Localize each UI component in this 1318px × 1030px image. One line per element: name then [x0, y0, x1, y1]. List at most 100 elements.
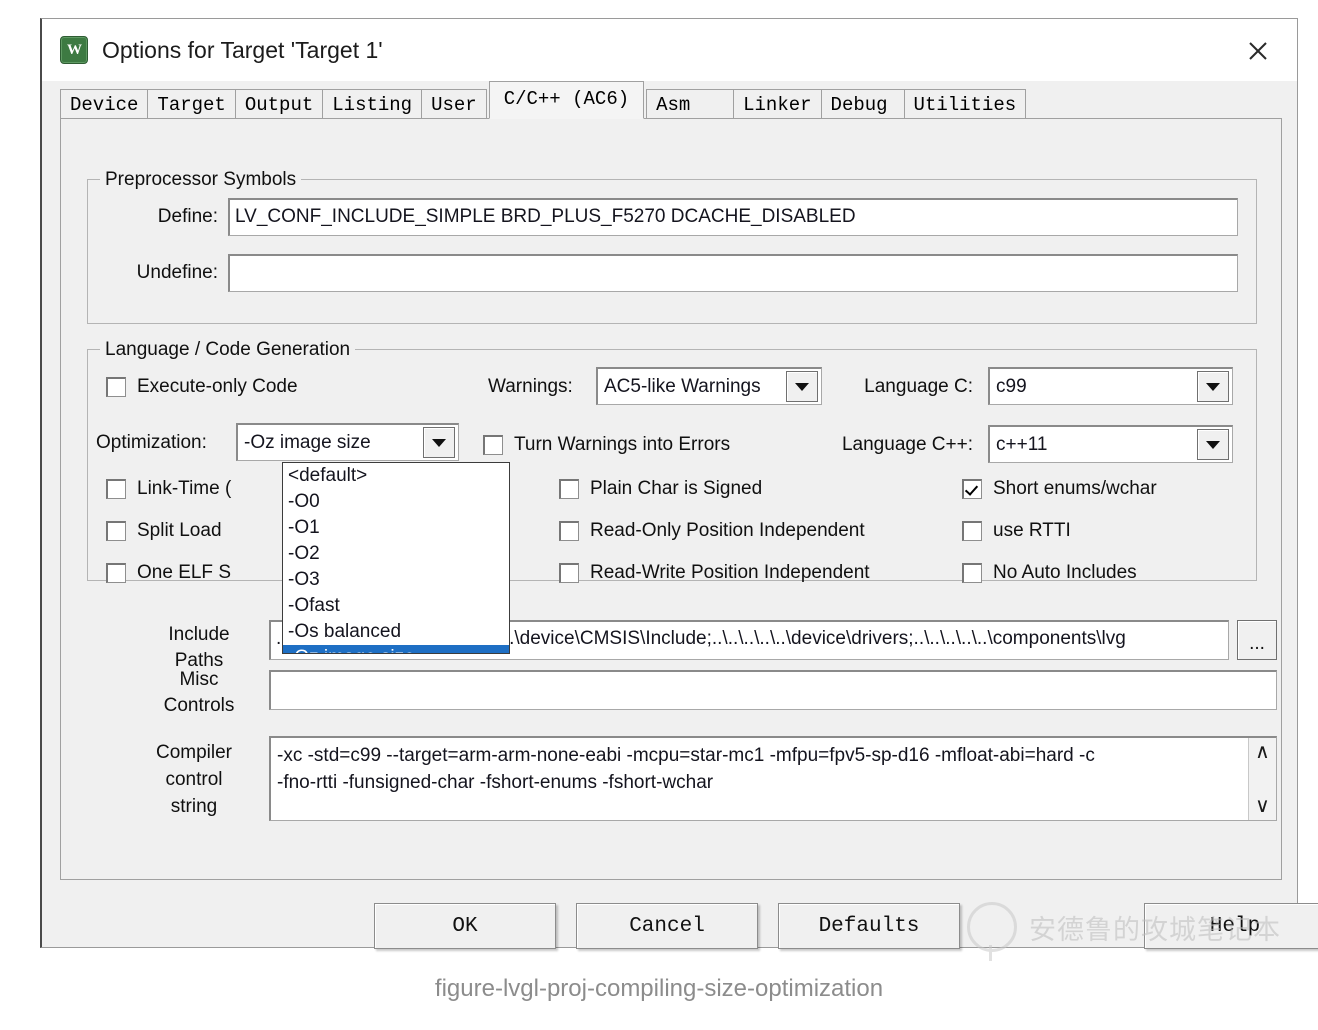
include-paths-value: \..\device\CMSIS\Include;..\..\..\..\..\…	[498, 628, 1126, 649]
title-bar: W Options for Target 'Target 1'	[42, 19, 1297, 81]
language-c-combobox[interactable]: c99	[988, 367, 1233, 405]
undefine-input[interactable]	[228, 254, 1238, 292]
checkbox-turn-warnings-into-errors[interactable]: Turn Warnings into Errors	[483, 434, 730, 456]
compiler-control-line-1: -xc -std=c99 --target=arm-arm-none-eabi …	[277, 745, 1095, 766]
language-cpp-combobox[interactable]: c++11	[988, 425, 1233, 463]
checkbox-plain-char-is-signed[interactable]: Plain Char is Signed	[559, 478, 762, 500]
figure-caption: figure-lvgl-proj-compiling-size-optimiza…	[434, 975, 884, 1002]
checkbox-split-load-and-store[interactable]: Split Load	[106, 520, 222, 542]
language-code-generation-group: Language / Code Generation Execute-only …	[87, 339, 1257, 584]
language-cpp-value: c++11	[996, 433, 1048, 455]
use-rtti-box[interactable]	[962, 521, 982, 541]
no-auto-includes-box[interactable]	[962, 563, 982, 583]
compiler-control-label-line1: Compiler	[155, 742, 233, 763]
link-time-optimization-label: Link-Time (	[137, 478, 232, 499]
dropdown-option-default[interactable]: <default>	[283, 463, 509, 489]
tab-target[interactable]: Target	[147, 89, 236, 119]
turn-warnings-into-errors-box[interactable]	[483, 435, 503, 455]
checkbox-read-write-position-independent[interactable]: Read-Write Position Independent	[559, 562, 870, 584]
chevron-down-icon[interactable]	[423, 427, 455, 458]
define-label: Define:	[157, 206, 218, 227]
link-time-optimization-box[interactable]	[106, 479, 126, 499]
use-rtti-label: use RTTI	[993, 520, 1071, 541]
optimization-label: Optimization:	[96, 432, 207, 453]
dropdown-option-o0[interactable]: -O0	[283, 489, 509, 515]
short-enums-wchar-box[interactable]	[962, 479, 982, 499]
optimization-dropdown-list[interactable]: <default> -O0 -O1 -O2 -O3 -Ofast -Os bal…	[282, 462, 510, 654]
short-enums-wchar-label: Short enums/wchar	[993, 478, 1157, 499]
tab-output[interactable]: Output	[234, 89, 324, 119]
options-dialog: W Options for Target 'Target 1' Device T…	[40, 18, 1318, 961]
read-write-position-independent-box[interactable]	[559, 563, 579, 583]
window-title: Options for Target 'Target 1'	[102, 36, 383, 63]
plain-char-is-signed-box[interactable]	[559, 479, 579, 499]
preprocessor-group-legend: Preprocessor Symbols	[100, 169, 302, 191]
ok-button[interactable]: OK	[374, 903, 556, 949]
compiler-control-label-line2: control	[165, 769, 223, 790]
tab-page-c-cpp: Preprocessor Symbols Define: LV_CONF_INC…	[60, 118, 1282, 880]
close-icon[interactable]	[1235, 33, 1281, 69]
compiler-control-string-textarea[interactable]: -xc -std=c99 --target=arm-arm-none-eabi …	[269, 736, 1277, 821]
include-paths-browse-button[interactable]: ...	[1237, 620, 1277, 660]
tab-device[interactable]: Device	[60, 89, 149, 119]
define-input[interactable]: LV_CONF_INCLUDE_SIMPLE BRD_PLUS_F5270 DC…	[228, 198, 1238, 236]
language-c-label: Language C:	[864, 376, 973, 397]
read-only-position-independent-label: Read-Only Position Independent	[590, 520, 865, 541]
dropdown-option-o3[interactable]: -O3	[283, 567, 509, 593]
tab-user[interactable]: User	[421, 89, 487, 119]
checkbox-no-auto-includes[interactable]: No Auto Includes	[962, 562, 1137, 584]
tab-strip[interactable]: Device Target Output Listing User C/C++ …	[60, 81, 1287, 119]
tab-asm[interactable]: Asm	[646, 89, 735, 119]
scroll-up-icon[interactable]: ∧	[1255, 742, 1270, 762]
dropdown-option-oz-image-size[interactable]: -Oz image size	[283, 645, 509, 653]
help-button[interactable]: Help	[1144, 903, 1318, 949]
chevron-down-icon[interactable]	[1197, 429, 1229, 460]
app-icon-glyph: W	[67, 42, 82, 58]
execute-only-code-box[interactable]	[106, 377, 126, 397]
checkbox-execute-only-code[interactable]: Execute-only Code	[106, 376, 298, 398]
compiler-control-scrollbar[interactable]: ∧ ∨	[1248, 738, 1276, 820]
dropdown-option-os-balanced[interactable]: -Os balanced	[283, 619, 509, 645]
plain-char-is-signed-label: Plain Char is Signed	[590, 478, 763, 499]
language-cpp-label: Language C++:	[841, 434, 973, 455]
compiler-control-label-line3: string	[170, 796, 218, 817]
cancel-button[interactable]: Cancel	[576, 903, 758, 949]
keil-uvision-icon: W	[60, 36, 88, 64]
include-paths-label-line1: Include	[168, 624, 230, 645]
read-only-position-independent-box[interactable]	[559, 521, 579, 541]
tab-debug[interactable]: Debug	[820, 89, 905, 119]
execute-only-code-label: Execute-only Code	[137, 376, 298, 397]
misc-controls-label-line2: Controls	[163, 695, 235, 716]
dropdown-option-o2[interactable]: -O2	[283, 541, 509, 567]
misc-controls-label-line1: Misc	[179, 669, 219, 690]
misc-controls-input[interactable]	[269, 670, 1277, 710]
turn-warnings-into-errors-label: Turn Warnings into Errors	[514, 434, 731, 455]
checkbox-read-only-position-independent[interactable]: Read-Only Position Independent	[559, 520, 865, 542]
dropdown-option-o1[interactable]: -O1	[283, 515, 509, 541]
checkbox-link-time-optimization[interactable]: Link-Time (	[106, 478, 231, 500]
chevron-down-icon[interactable]	[1197, 371, 1229, 402]
warnings-label: Warnings:	[488, 376, 573, 397]
checkbox-one-elf-section[interactable]: One ELF S	[106, 562, 231, 584]
warnings-value: AC5-like Warnings	[604, 375, 761, 397]
checkbox-use-rtti[interactable]: use RTTI	[962, 520, 1071, 542]
one-elf-section-label: One ELF S	[137, 562, 231, 583]
undefine-label: Undefine:	[136, 262, 218, 283]
defaults-button[interactable]: Defaults	[778, 903, 960, 949]
tab-linker[interactable]: Linker	[733, 89, 822, 119]
dropdown-option-ofast[interactable]: -Ofast	[283, 593, 509, 619]
language-c-value: c99	[996, 375, 1027, 397]
split-load-and-store-box[interactable]	[106, 521, 126, 541]
one-elf-section-box[interactable]	[106, 563, 126, 583]
tab-utilities[interactable]: Utilities	[903, 89, 1027, 119]
scroll-down-icon[interactable]: ∨	[1255, 796, 1270, 816]
tab-listing[interactable]: Listing	[322, 89, 423, 119]
tab-c-cpp-ac6[interactable]: C/C++ (AC6)	[488, 81, 645, 119]
optimization-combobox[interactable]: -Oz image size	[236, 423, 459, 461]
dialog-button-row: OK Cancel Defaults Help	[42, 903, 1318, 963]
compiler-control-line-2: -fno-rtti -funsigned-char -fshort-enums …	[277, 772, 714, 793]
read-write-position-independent-label: Read-Write Position Independent	[590, 562, 870, 583]
checkbox-short-enums-wchar[interactable]: Short enums/wchar	[962, 478, 1157, 500]
language-group-legend: Language / Code Generation	[100, 339, 356, 361]
split-load-and-store-label: Split Load	[137, 520, 222, 541]
